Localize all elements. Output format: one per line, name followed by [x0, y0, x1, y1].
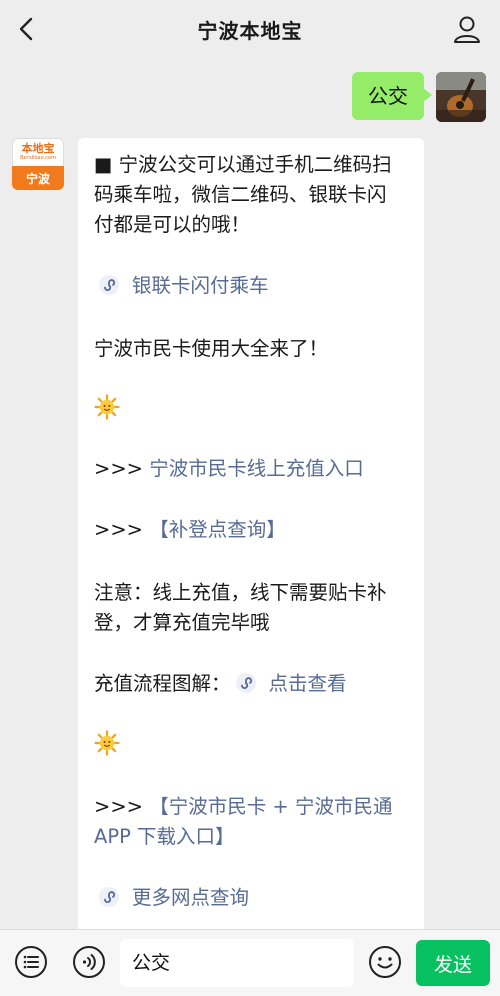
sun-emoji-icon [94, 730, 120, 756]
mini-program-icon [99, 275, 119, 295]
link-more-outlets-text[interactable]: 更多网点查询 [132, 886, 249, 909]
bot-avatar[interactable]: 本地宝 Bendibao.com 宁波 [12, 138, 64, 190]
sun-emoji-1 [94, 394, 412, 424]
link-app-download[interactable]: 【宁波市民卡 + 宁波市民通 [149, 795, 392, 818]
link-recharge[interactable]: 宁波市民卡线上充值入口 [149, 457, 364, 480]
smiley-icon [369, 946, 401, 978]
logo-main-text: 本地宝 [21, 141, 55, 155]
link-more-outlets[interactable]: 更多网点查询 [94, 883, 412, 913]
logo-city-text: 宁波 [12, 166, 64, 190]
citizen-card-title: 宁波市民卡使用大全来了！ [94, 337, 329, 360]
message-input[interactable]: 公交 [120, 939, 354, 987]
logo-sub-text: Bendibao.com [20, 154, 56, 161]
intro-line-3: 付都是可以的哦！ [94, 213, 251, 236]
prefix-arrows: >>> [94, 457, 150, 480]
intro-line-2: 码乘车啦，微信二维码、银联卡闪 [94, 183, 387, 206]
link-unionpay-text[interactable]: 银联卡闪付乘车 [132, 274, 269, 297]
voice-button[interactable] [72, 945, 106, 979]
mini-program-icon [235, 673, 256, 693]
chevron-left-icon [19, 17, 33, 41]
incoming-bubble: ■ 宁波公交可以通过手机二维码扫 码乘车啦，微信二维码、银联卡闪 付都是可以的哦… [78, 138, 424, 938]
user-icon [454, 16, 480, 43]
outgoing-message: 公交 [352, 72, 486, 124]
register-line: >>> 【补登点查询】 [94, 515, 412, 545]
emoji-button[interactable] [368, 945, 402, 979]
link-unionpay[interactable]: 银联卡闪付乘车 [94, 271, 412, 301]
chat-title: 宁波本地宝 [197, 18, 303, 43]
outgoing-bubble[interactable]: 公交 [352, 72, 432, 120]
prefix-arrows: >>> [94, 518, 150, 541]
notice-line-1: 注意：线上充值，线下需要贴卡补 [94, 581, 387, 604]
my-avatar[interactable] [436, 72, 486, 122]
input-bar: 公交 发送 [0, 929, 500, 996]
link-view-flow[interactable]: 点击查看 [269, 672, 347, 695]
prefix-arrows: >>> [94, 795, 150, 818]
top-bar: 宁波本地宝 [0, 0, 500, 58]
link-register-query[interactable]: 【补登点查询】 [149, 518, 286, 541]
guitar-photo-avatar [436, 72, 486, 122]
back-button[interactable] [12, 14, 42, 44]
notice-line-2: 登，才算充值完毕哦 [94, 611, 270, 634]
app-line-1: >>> 【宁波市民卡 + 宁波市民通 [94, 792, 412, 822]
sun-emoji-2 [94, 730, 412, 760]
flow-line: 充值流程图解： 点击查看 [94, 669, 412, 699]
voice-icon [73, 946, 105, 978]
bendibao-logo: 本地宝 Bendibao.com [12, 138, 64, 166]
link-app-download-line-2[interactable]: APP 下载入口】 [94, 822, 412, 852]
recharge-line: >>> 宁波市民卡线上充值入口 [94, 454, 412, 484]
sun-emoji-icon [94, 394, 120, 420]
list-menu-icon [15, 946, 47, 978]
intro-line-1: ■ 宁波公交可以通过手机二维码扫 [94, 153, 392, 176]
menu-button[interactable] [14, 945, 48, 979]
send-button[interactable]: 发送 [416, 940, 490, 986]
flow-label: 充值流程图解： [94, 672, 231, 695]
mini-program-icon [99, 887, 119, 907]
profile-button[interactable] [452, 14, 482, 44]
